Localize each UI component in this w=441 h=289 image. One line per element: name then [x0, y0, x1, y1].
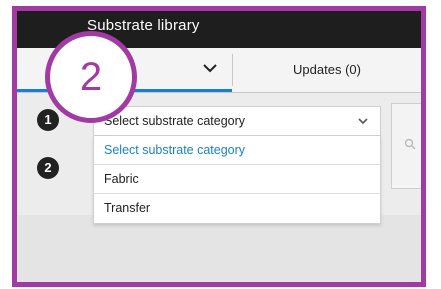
app-window: Substrate library Updates (0) 1 2 Select…	[12, 6, 426, 287]
select-value: Select substrate category	[104, 114, 246, 128]
callout-number-badge: 2	[45, 31, 137, 123]
step-1-badge: 1	[37, 109, 59, 131]
chevron-down-icon	[203, 64, 217, 73]
chevron-down-icon	[358, 118, 368, 125]
option-transfer[interactable]: Transfer	[94, 194, 380, 223]
substrate-category-select[interactable]: Select substrate category	[93, 106, 381, 136]
category-dropdown-list: Select substrate category Fabric Transfe…	[93, 136, 381, 224]
main-content: 1 2 Select substrate category Select sub…	[17, 93, 421, 282]
step-2-badge: 2	[37, 157, 59, 179]
page-title: Substrate library	[87, 17, 200, 34]
tab-updates[interactable]: Updates (0)	[233, 48, 421, 92]
search-button[interactable]	[391, 103, 421, 189]
search-icon	[404, 138, 416, 150]
option-select-category[interactable]: Select substrate category	[94, 136, 380, 165]
option-fabric[interactable]: Fabric	[94, 165, 380, 194]
